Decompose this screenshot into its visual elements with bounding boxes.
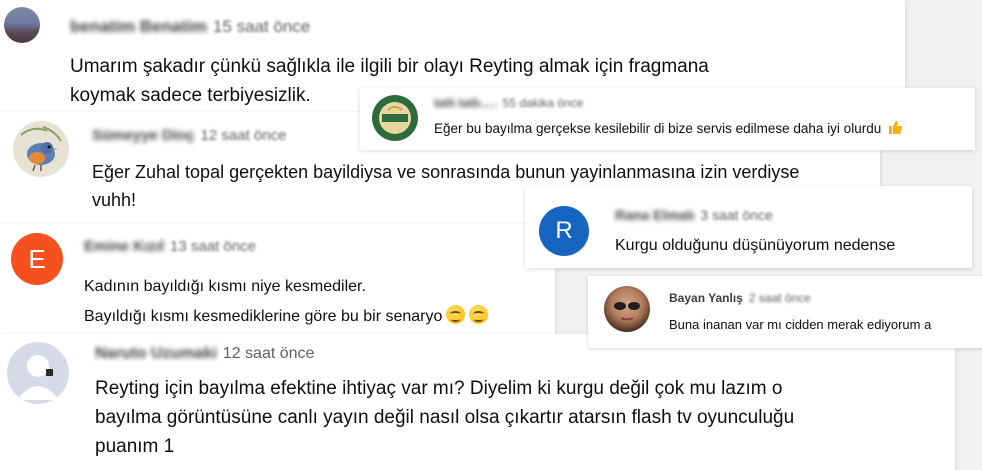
comment-text-line: Bayıldığı kısmı kesmediklerine göre bu b… <box>84 302 544 332</box>
smiling-face-icon <box>446 305 466 324</box>
avatar-initial: R <box>555 217 573 244</box>
comment-card: R Rana Elmalı 3 saat önce Kurgu olduğunu … <box>525 186 972 268</box>
comment-text: Reyting için bayılma efektine ihtiyaç va… <box>95 374 945 461</box>
green-logo-avatar[interactable] <box>372 95 418 141</box>
comment-author[interactable]: Sümeyye Dinç <box>92 127 195 144</box>
comment-author[interactable]: Bayan Yanlış <box>669 291 743 305</box>
comment-card: Naruto Uzumaki 12 saat önce Reyting için … <box>0 334 955 470</box>
landscape-photo-avatar[interactable] <box>4 7 40 43</box>
comment-author[interactable]: Rana Elmalı <box>615 207 694 223</box>
bird-illustration-avatar[interactable] <box>13 121 69 177</box>
comment-timestamp[interactable]: 55 dakika önce <box>503 96 584 110</box>
comment-author-row: tatlı tatlı..... 55 dakika önce <box>434 96 583 110</box>
comment-timestamp[interactable]: 12 saat önce <box>223 345 315 362</box>
leaf-logo-icon <box>379 102 411 134</box>
comment-text: Kurgu olduğunu düşünüyorum nedense <box>615 237 896 254</box>
comment-card: tatlı tatlı..... 55 dakika önce Eğer bu b… <box>360 88 975 150</box>
comment-text-line: Kadının bayıldığı kısmı niye kesmediler. <box>84 278 366 295</box>
comment-author[interactable]: tatlı tatlı..... <box>434 96 497 110</box>
sunglasses-icon <box>614 302 640 321</box>
woman-sunglasses-avatar[interactable] <box>604 286 650 332</box>
comment-author[interactable]: Emine Kızıl <box>84 238 164 255</box>
comment-author-row: Rana Elmalı 3 saat önce <box>615 207 773 223</box>
comment-timestamp[interactable]: 13 saat önce <box>170 238 256 255</box>
comment-author-row: benatim Benatim 15 saat önce <box>70 17 310 37</box>
comment-text-line: Umarım şakadır çünkü sağlıkla ile ilgili… <box>70 56 709 77</box>
comment-timestamp[interactable]: 15 saat önce <box>213 17 310 36</box>
comment-author[interactable]: benatim Benatim <box>70 17 207 36</box>
comment-author-row: Naruto Uzumaki 12 saat önce <box>95 345 314 363</box>
default-user-avatar[interactable] <box>7 342 69 404</box>
comment-card: E Emine Kızıl 13 saat önce Kadının bayıld… <box>0 224 555 342</box>
smiling-face-icon <box>469 305 489 324</box>
bird-icon <box>20 126 62 172</box>
comment-author-row: Bayan Yanlış 2 saat önce <box>669 291 811 305</box>
comment-author-row: Emine Kızıl 13 saat önce <box>84 238 256 255</box>
comment-card: Bayan Yanlış 2 saat önce Buna inanan var … <box>588 276 982 348</box>
user-avatar[interactable]: R <box>539 206 589 256</box>
comment-text-line: bayılma görüntüsüne canlı yayın değil na… <box>95 407 795 428</box>
comment-text: Eğer bu bayılma gerçekse kesilebilir di … <box>434 120 974 138</box>
comment-text-line: Eğer Zuhal topal gerçekten bayildiysa ve… <box>92 162 800 182</box>
comment-author-row: Sümeyye Dinç 12 saat önce <box>92 127 286 144</box>
comment-text: Buna inanan var mı cidden merak ediyorum… <box>669 317 932 332</box>
thumbs-up-icon <box>888 120 903 135</box>
comment-timestamp[interactable]: 2 saat önce <box>749 291 811 305</box>
comment-author[interactable]: Naruto Uzumaki <box>95 345 217 362</box>
comment-timestamp[interactable]: 12 saat önce <box>201 127 287 144</box>
comment-text-line: puanım 1 <box>95 436 175 457</box>
comment-timestamp[interactable]: 3 saat önce <box>700 207 772 223</box>
comment-text: Kadının bayıldığı kısmı niye kesmediler.… <box>84 272 544 332</box>
comment-text-line: Reyting için bayılma efektine ihtiyaç va… <box>95 378 783 399</box>
user-avatar[interactable]: E <box>11 233 63 285</box>
user-silhouette-icon <box>17 355 59 400</box>
avatar-initial: E <box>28 243 46 274</box>
